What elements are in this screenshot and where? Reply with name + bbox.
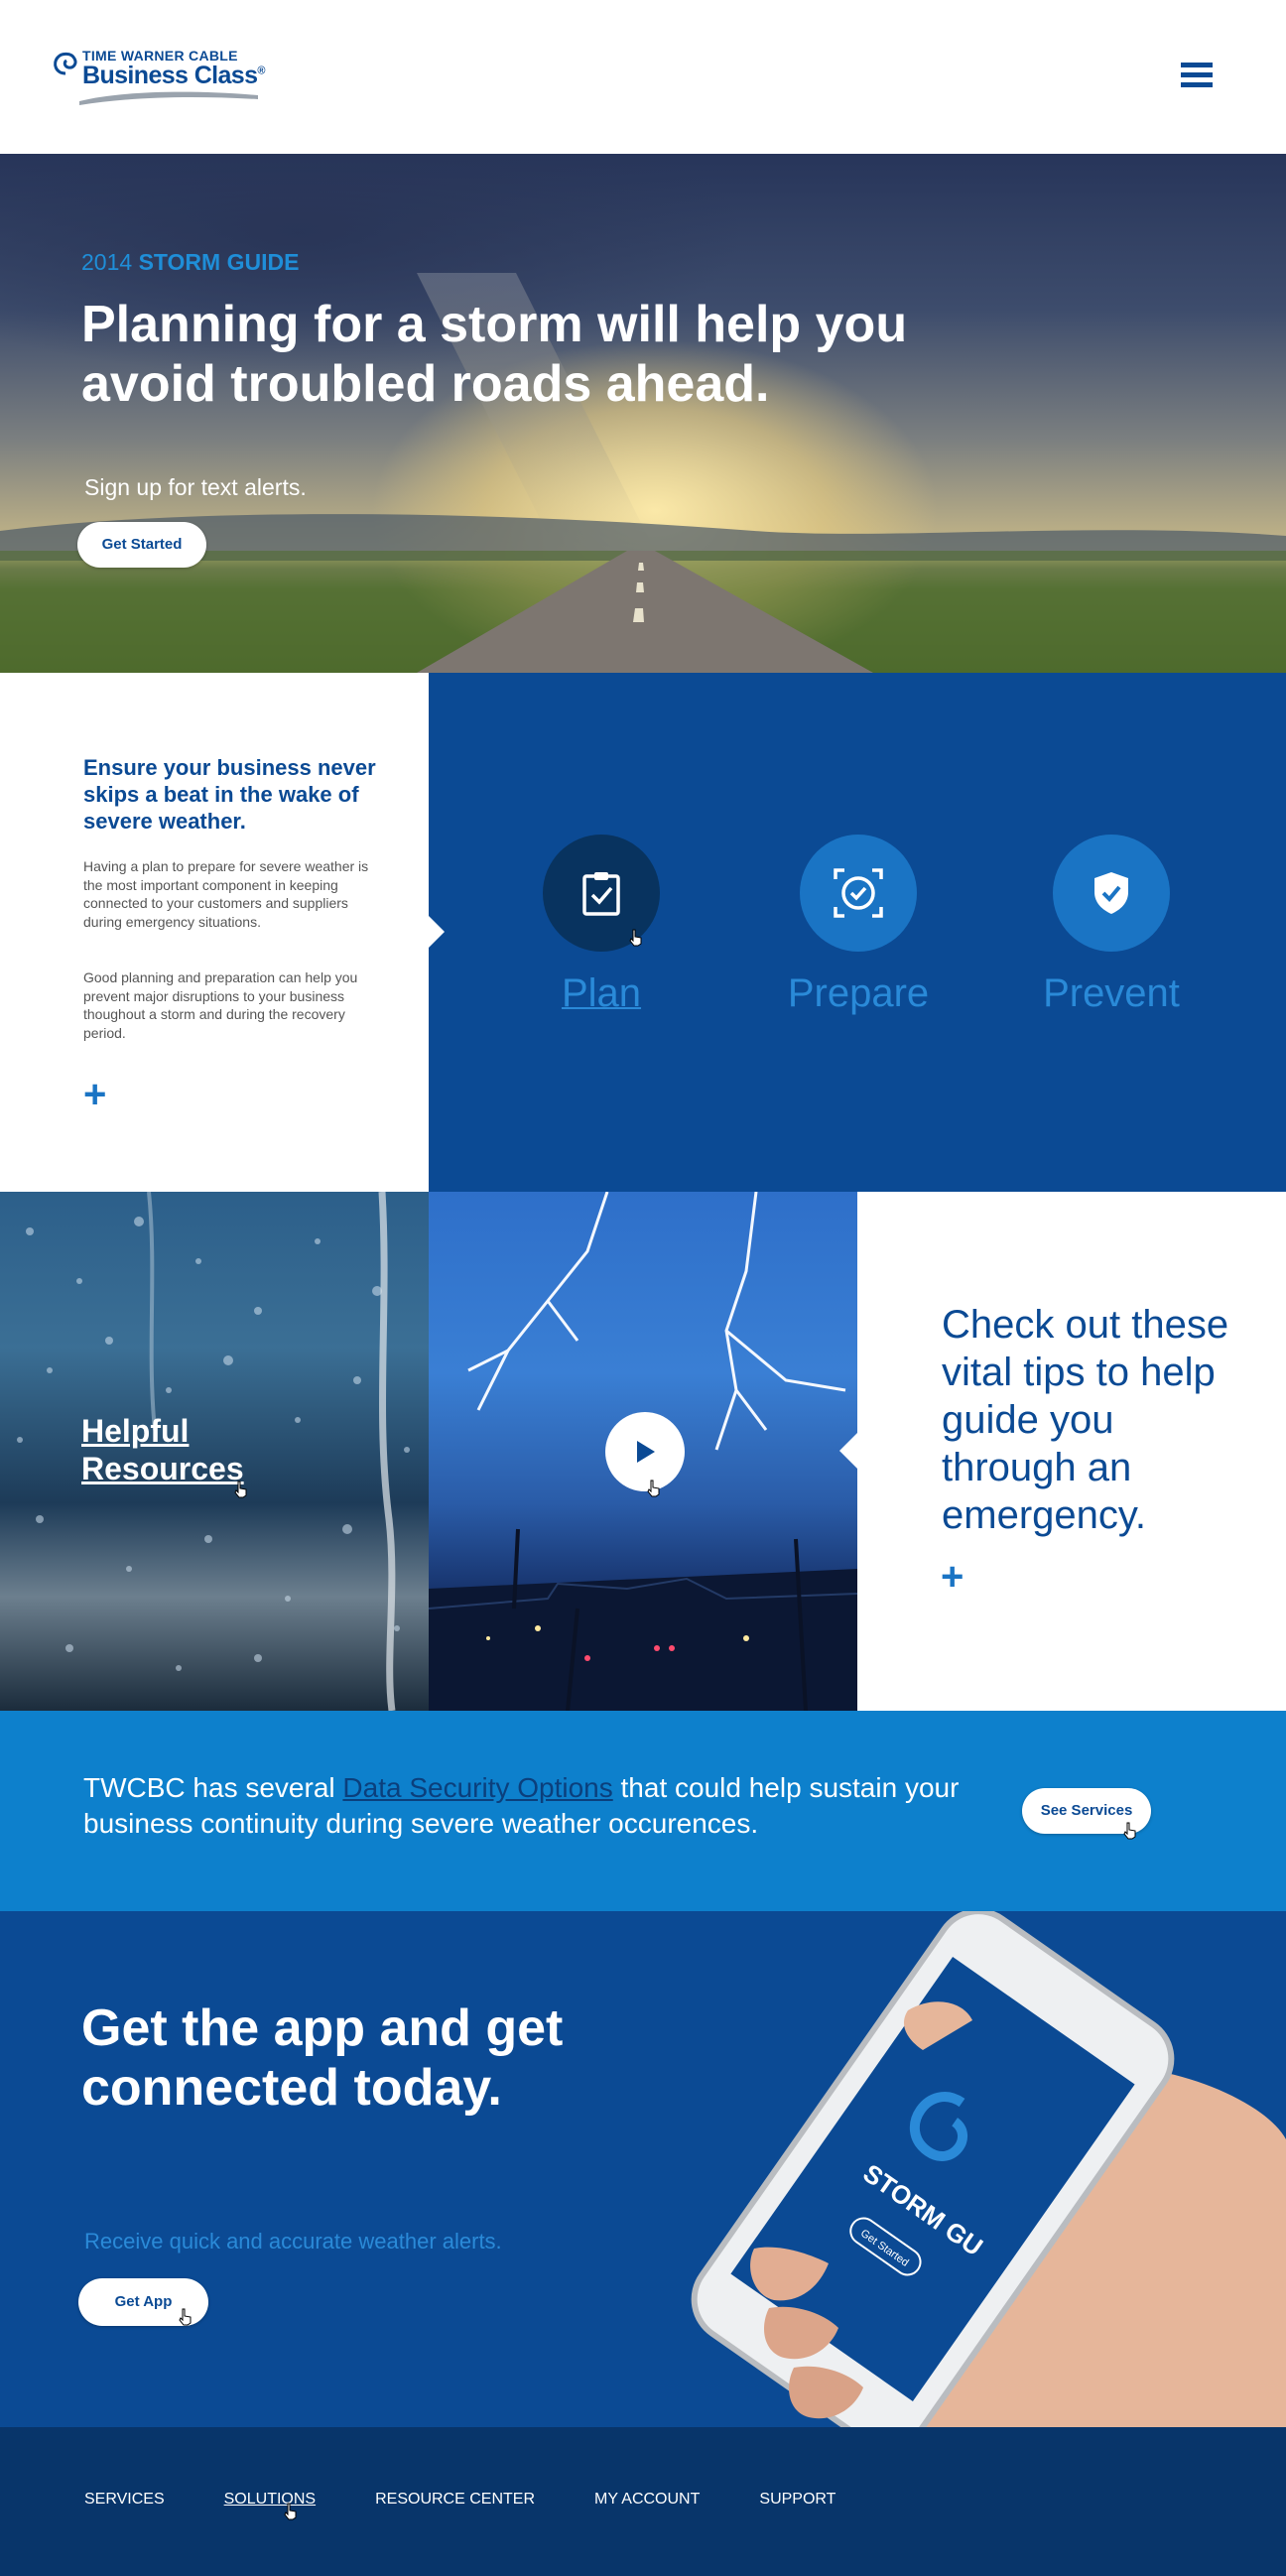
intro-expand-plus-icon[interactable]: +: [83, 1075, 106, 1114]
panel-notch: [427, 914, 445, 950]
site-footer: SERVICES SOLUTIONS RESOURCE CENTER MY AC…: [0, 2427, 1286, 2576]
hamburger-menu-icon[interactable]: [1181, 63, 1213, 90]
site-header: TIME WARNER CABLE Business Class®: [0, 0, 1286, 154]
footer-nav-solutions[interactable]: SOLUTIONS: [224, 2491, 316, 2509]
intro-paragraph-2: Good planning and preparation can help y…: [83, 969, 358, 1041]
get-app-section: Get the app and get connected today. Rec…: [0, 1911, 1286, 2427]
emergency-tips-panel: Check out these vital tips to help guide…: [839, 1192, 1286, 1711]
intro-title: Ensure your business never skips a beat …: [83, 755, 376, 834]
twc-swirl-icon: [54, 52, 77, 75]
step-prepare[interactable]: Prepare: [759, 835, 958, 1016]
lightning-video-tile[interactable]: [429, 1192, 857, 1711]
phone-in-hand-image: STORM GU Get Started: [691, 1911, 1286, 2427]
clipboard-check-icon: [582, 872, 620, 916]
play-icon: [637, 1441, 655, 1463]
shield-check-icon: [1094, 872, 1128, 914]
logo-swoosh: [79, 91, 258, 105]
brand-logo[interactable]: TIME WARNER CABLE Business Class®: [52, 48, 266, 105]
footer-nav: SERVICES SOLUTIONS RESOURCE CENTER MY AC…: [84, 2491, 895, 2509]
tips-expand-plus-icon[interactable]: +: [941, 1557, 964, 1597]
intro-paragraph-1: Having a plan to prepare for severe weat…: [83, 858, 369, 930]
hero-eyebrow: 2014 STORM GUIDE: [81, 249, 300, 275]
data-security-band: TWCBC has several Data Security Options …: [0, 1711, 1286, 1911]
helpful-resources-link[interactable]: Helpful Resources: [81, 1412, 244, 1487]
get-app-button[interactable]: Get App: [78, 2278, 208, 2326]
prevent-circle: [1053, 835, 1170, 952]
plan-prepare-prevent-panel: Plan Prepare Prevent: [427, 673, 1286, 1192]
step-plan[interactable]: Plan: [502, 835, 701, 1016]
app-subtitle: Receive quick and accurate weather alert…: [84, 2229, 502, 2254]
plan-circle: [543, 835, 660, 952]
prepare-circle: [800, 835, 917, 952]
tips-text: Check out these vital tips to help guide…: [942, 1303, 1229, 1537]
rain-window-tile[interactable]: Helpful Resources: [0, 1192, 429, 1711]
intro-panel: Ensure your business never skips a beat …: [0, 673, 429, 1192]
data-security-text: TWCBC has several Data Security Options …: [83, 1772, 960, 1839]
step-prepare-label: Prepare: [787, 971, 930, 1015]
hero-subtitle: Sign up for text alerts.: [84, 474, 307, 500]
footer-nav-support[interactable]: SUPPORT: [759, 2491, 836, 2509]
footer-nav-resource-center[interactable]: RESOURCE CENTER: [375, 2491, 535, 2509]
brand-name-main: Business Class®: [82, 62, 266, 89]
panel-notch: [839, 1433, 857, 1469]
data-security-options-link[interactable]: Data Security Options: [342, 1772, 612, 1803]
footer-nav-services[interactable]: SERVICES: [84, 2491, 165, 2509]
target-check-icon: [834, 868, 883, 918]
footer-nav-my-account[interactable]: MY ACCOUNT: [594, 2491, 700, 2509]
hero-banner: 2014 STORM GUIDE Planning for a storm wi…: [0, 154, 1286, 673]
get-started-button[interactable]: Get Started: [77, 522, 206, 568]
step-plan-label: Plan: [561, 971, 642, 1015]
step-prevent[interactable]: Prevent: [1012, 835, 1211, 1016]
app-title: Get the app and get connected today.: [81, 1999, 564, 2117]
video-play-button[interactable]: [605, 1412, 685, 1491]
step-prevent-label: Prevent: [1043, 971, 1180, 1015]
hero-title: Planning for a storm will help you avoid…: [81, 296, 908, 413]
see-services-button[interactable]: See Services: [1022, 1788, 1151, 1834]
